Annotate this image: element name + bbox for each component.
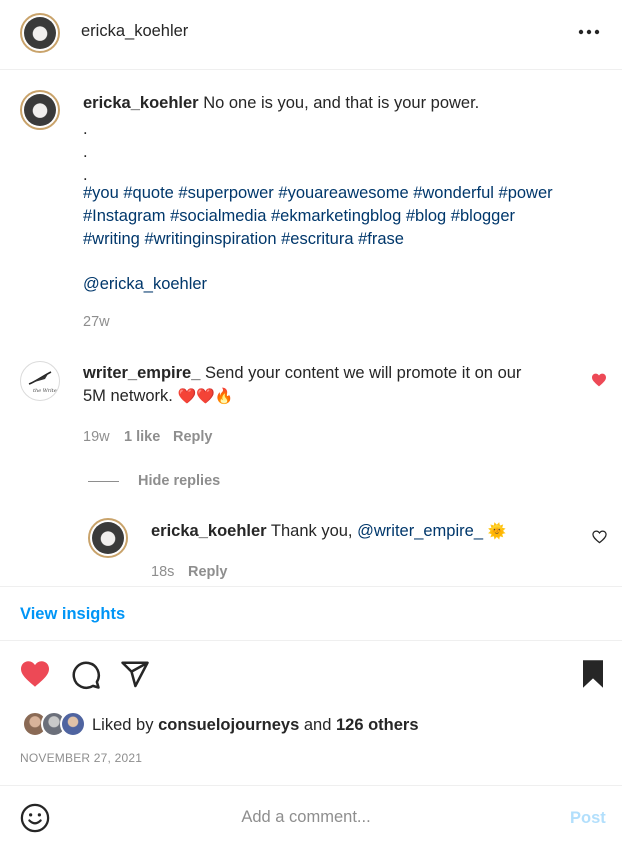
divider-2: [0, 640, 622, 641]
caption-first-line: ericka_koehler No one is you, and that i…: [83, 92, 479, 115]
reply-reply-button[interactable]: Reply: [188, 564, 228, 580]
comment-text-1: Send your content we will promote it on …: [205, 364, 522, 382]
hide-replies-line: [88, 481, 119, 482]
reply-username[interactable]: ericka_koehler: [151, 522, 267, 540]
caption-dot-2: .: [83, 143, 88, 161]
caption-hashtags-line-2[interactable]: #Instagram #socialmedia #ekmarketingblog…: [83, 205, 515, 228]
caption-dot-1: .: [83, 120, 88, 138]
comment-text-2: 5M network.: [83, 387, 173, 405]
hide-replies-button[interactable]: Hide replies: [138, 473, 220, 489]
liked-by-prefix: Liked by: [92, 716, 154, 734]
author-avatar[interactable]: [20, 13, 60, 53]
comment-emojis: ❤️❤️🔥: [177, 388, 234, 405]
liker-avatar-3: [60, 711, 86, 737]
comment-input[interactable]: [66, 802, 546, 832]
reply-mention[interactable]: @writer_empire_: [357, 522, 483, 540]
commenter-avatar[interactable]: the Write: [20, 361, 60, 401]
comment-likes[interactable]: 1 like: [124, 429, 160, 445]
reply-time: 18s: [151, 564, 175, 580]
divider-1: [0, 586, 622, 587]
comment-reply-button[interactable]: Reply: [173, 429, 213, 445]
liked-by-others[interactable]: 126 others: [336, 716, 419, 734]
caption-time: 27w: [83, 314, 110, 330]
caption-hashtags-line-3[interactable]: #writing #writinginspiration #escritura …: [83, 228, 404, 251]
liked-by-text: Liked by consuelojourneys and 126 others: [92, 716, 419, 735]
post-header: ericka_koehler: [0, 0, 622, 70]
comment-icon[interactable]: [71, 660, 101, 690]
share-icon[interactable]: [120, 659, 150, 689]
comment-time: 19w: [83, 429, 110, 445]
comment-line-2: 5M network. ❤️❤️🔥: [83, 385, 234, 408]
svg-text:the Write: the Write: [33, 388, 57, 394]
post-button[interactable]: Post: [570, 809, 606, 828]
comment-line-1: writer_empire_ Send your content we will…: [83, 362, 521, 385]
liked-by-user[interactable]: consuelojourneys: [158, 716, 299, 734]
reply-emoji: 🌞: [487, 523, 507, 540]
caption-text: No one is you, and that is your power.: [203, 94, 480, 112]
reply-text: Thank you,: [270, 522, 353, 540]
caption-mention[interactable]: @ericka_koehler: [83, 273, 207, 296]
reply-line: ericka_koehler Thank you, @writer_empire…: [151, 520, 506, 543]
post-date: NOVEMBER 27, 2021: [20, 751, 143, 765]
reply-like-heart-icon[interactable]: [592, 530, 607, 544]
comment-like-heart-icon[interactable]: [591, 373, 607, 387]
heart-filled-icon[interactable]: [19, 660, 51, 688]
caption-hashtags-line-1[interactable]: #you #quote #superpower #youareawesome #…: [83, 182, 553, 205]
bookmark-filled-icon[interactable]: [580, 659, 606, 689]
liker-avatars[interactable]: [22, 711, 86, 737]
caption-username[interactable]: ericka_koehler: [83, 94, 199, 112]
smiley-icon[interactable]: [20, 803, 50, 833]
commenter-username[interactable]: writer_empire_: [83, 364, 200, 382]
comment-composer: Post: [0, 785, 622, 846]
reply-avatar[interactable]: [88, 518, 128, 558]
more-horizontal-icon[interactable]: [577, 27, 601, 37]
liked-by-and: and: [303, 716, 332, 734]
caption-avatar[interactable]: [20, 90, 60, 130]
author-username[interactable]: ericka_koehler: [81, 22, 188, 41]
view-insights-link[interactable]: View insights: [20, 605, 125, 624]
